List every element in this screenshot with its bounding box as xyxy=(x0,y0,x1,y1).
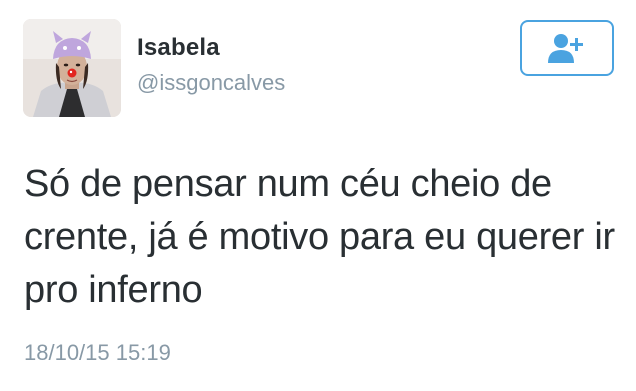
display-name[interactable]: Isabela xyxy=(137,34,220,62)
avatar-image xyxy=(23,19,121,117)
tweet-text: Só de pensar num céu cheio de crente, já… xyxy=(24,163,615,311)
add-user-icon xyxy=(548,34,583,63)
tweet-timestamp[interactable]: 18/10/15 15:19 xyxy=(24,340,171,366)
user-handle[interactable]: @issgoncalves xyxy=(137,70,285,96)
avatar[interactable] xyxy=(23,19,121,117)
follow-button[interactable] xyxy=(520,20,614,76)
tweet-card: Isabela @issgoncalves Só de pensar num c… xyxy=(0,0,636,391)
